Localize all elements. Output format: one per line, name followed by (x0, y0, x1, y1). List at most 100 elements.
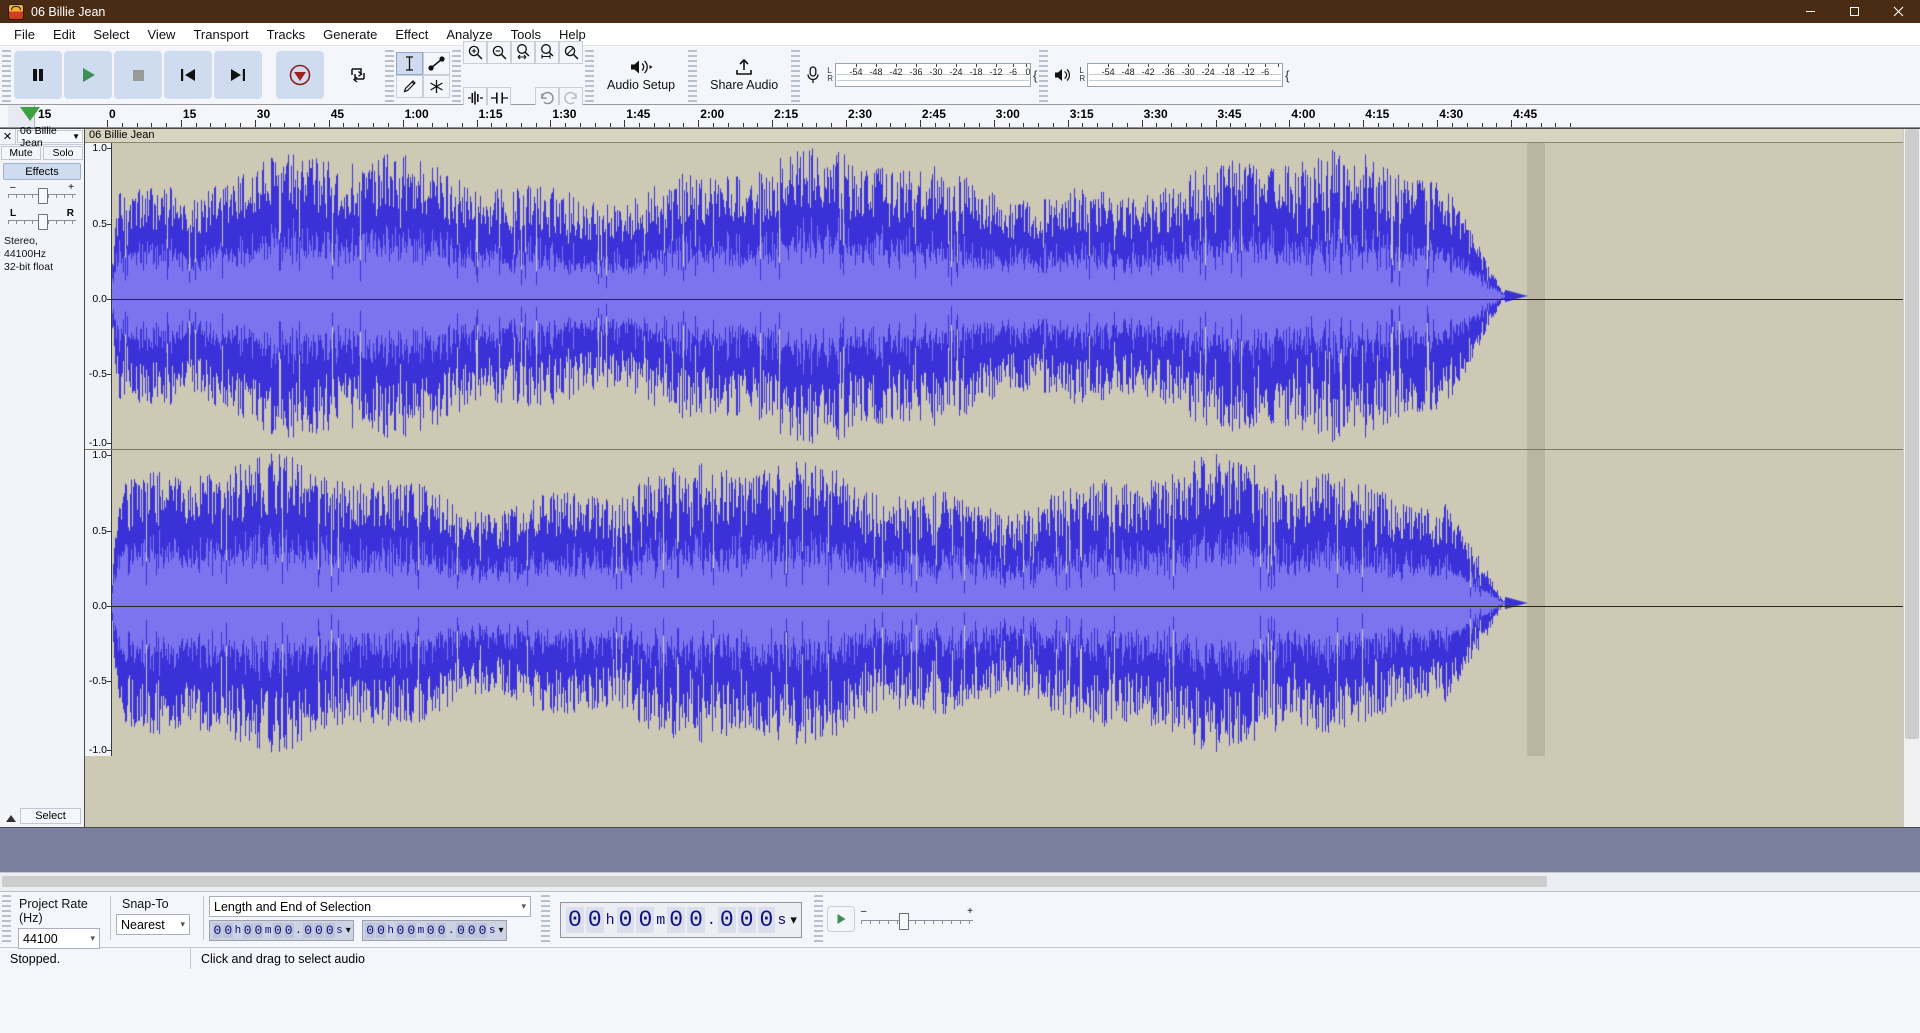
time-digit[interactable]: 0 (436, 923, 447, 938)
time-digit[interactable]: 0 (223, 923, 234, 938)
menu-tracks[interactable]: Tracks (258, 25, 315, 44)
chevron-down-icon[interactable]: ▾ (521, 901, 526, 912)
share-audio-button[interactable]: Share Audio (699, 48, 790, 102)
time-digit[interactable]: 0 (303, 923, 314, 938)
menu-select[interactable]: Select (84, 25, 138, 44)
share-audio-grip[interactable] (688, 50, 698, 102)
menu-edit[interactable]: Edit (44, 25, 84, 44)
minimize-button[interactable] (1788, 0, 1832, 23)
select-track-button[interactable]: Select (20, 808, 81, 824)
waveform-channel-left[interactable]: 1.0 0.5 0.0 -0.5 -1.0 (85, 142, 1920, 449)
time-digit[interactable]: 0 (283, 923, 294, 938)
mute-button[interactable]: Mute (1, 146, 41, 160)
audio-setup-button[interactable]: Audio Setup (596, 48, 687, 102)
gain-slider[interactable]: – + (8, 182, 76, 204)
zoom-in-button[interactable] (463, 40, 487, 64)
selection-mode-combo[interactable]: Length and End of Selection ▾ (209, 896, 531, 917)
audio-setup-grip[interactable] (585, 50, 594, 102)
skip-to-end-button[interactable] (214, 51, 262, 99)
recording-meter[interactable]: L R -54 -48 -42 -36 -30 -24 -18 -12 -6 0 (802, 60, 1037, 90)
skip-to-start-button[interactable] (164, 51, 212, 99)
time-digit[interactable]: 0 (406, 923, 417, 938)
empty-track-pane[interactable] (0, 828, 1920, 872)
vertical-ruler-right[interactable]: 1.0 0.5 0.0 -0.5 -1.0 (85, 449, 112, 756)
chevron-down-icon[interactable]: ▾ (499, 925, 504, 936)
menu-view[interactable]: View (139, 25, 185, 44)
time-digit[interactable]: 0 (395, 923, 406, 938)
pan-slider[interactable]: L R (8, 208, 76, 230)
gain-slider-thumb[interactable] (38, 188, 48, 204)
time-digit[interactable]: 0 (757, 907, 776, 933)
chevron-down-icon[interactable]: ▾ (346, 925, 351, 936)
fit-selection-button[interactable] (511, 40, 535, 64)
multi-tool[interactable] (423, 75, 450, 98)
track-title-dropdown[interactable]: 06 Billie Jean ▼ (17, 125, 83, 149)
zoom-toggle-button[interactable] (559, 40, 583, 64)
transport-toolbar-grip[interactable] (2, 50, 11, 102)
playback-meter-bar[interactable]: -54 -48 -42 -36 -30 -24 -18 -12 -6 (1087, 63, 1284, 87)
time-digit[interactable]: 0 (477, 923, 488, 938)
time-digit[interactable]: 0 (585, 907, 604, 933)
time-digit[interactable]: 0 (667, 907, 686, 933)
vertical-scrollbar[interactable] (1903, 129, 1920, 827)
playback-meter-grip[interactable] (1039, 50, 1049, 102)
time-digit[interactable]: 0 (253, 923, 264, 938)
waveform-channel-right[interactable]: 1.0 0.5 0.0 -0.5 -1.0 (85, 449, 1920, 756)
vertical-ruler-left[interactable]: 1.0 0.5 0.0 -0.5 -1.0 (85, 142, 112, 449)
play-speed-slider[interactable]: – + (860, 906, 973, 930)
time-digit[interactable]: 0 (314, 923, 324, 938)
play-speed-slider-thumb[interactable] (898, 913, 909, 930)
maximize-button[interactable] (1832, 0, 1876, 23)
draw-tool[interactable] (396, 75, 423, 98)
chevron-down-icon[interactable]: ▾ (180, 919, 185, 930)
record-button[interactable] (276, 51, 324, 99)
time-digit[interactable]: 0 (324, 923, 335, 938)
waveform-canvas-right[interactable] (111, 450, 1545, 756)
time-digit[interactable]: 0 (566, 907, 584, 933)
time-digit[interactable]: 0 (376, 923, 386, 938)
selection-end-time-field[interactable]: 00 h 00 m 00.000 s 00h00m00.000s▾ (361, 920, 507, 941)
time-digit[interactable]: 0 (737, 907, 756, 933)
time-digit[interactable]: 0 (212, 923, 223, 938)
effects-button[interactable]: Effects (3, 163, 81, 180)
time-digit[interactable]: 0 (455, 923, 466, 938)
selection-tool[interactable] (396, 52, 423, 75)
playback-meter-resize-handle[interactable]: { (1285, 68, 1289, 83)
vertical-scrollbar-thumb[interactable] (1905, 129, 1919, 739)
chevron-down-icon[interactable]: ▼ (72, 132, 80, 141)
menu-file[interactable]: File (5, 25, 44, 44)
menu-transport[interactable]: Transport (184, 25, 257, 44)
recording-meter-grip[interactable] (791, 50, 801, 102)
chevron-down-icon[interactable]: ▾ (790, 912, 797, 928)
play-at-speed-button[interactable] (826, 906, 855, 932)
time-digit[interactable]: 0 (242, 923, 253, 938)
menu-generate[interactable]: Generate (314, 25, 386, 44)
time-digit[interactable]: 0 (466, 923, 477, 938)
selection-start-time-field[interactable]: 00 h 00 m 00.000 s 00h00m00.000s▾ (209, 920, 354, 941)
time-digit[interactable]: 0 (636, 907, 655, 933)
menu-effect[interactable]: Effect (386, 25, 437, 44)
horizontal-scrollbar[interactable] (0, 872, 1920, 891)
fit-project-button[interactable] (535, 40, 559, 64)
time-toolbar-grip[interactable] (541, 895, 550, 943)
playback-meter[interactable]: L R -54 -48 -42 -36 -30 -24 -18 -12 -6 { (1050, 60, 1289, 90)
time-digit[interactable]: 0 (425, 923, 436, 938)
time-digit[interactable]: 0 (365, 923, 376, 938)
play-head-pin-icon[interactable] (20, 107, 40, 121)
recording-meter-bar[interactable]: -54 -48 -42 -36 -30 -24 -18 -12 -6 0 (835, 63, 1031, 87)
play-speed-grip[interactable] (813, 895, 823, 943)
project-rate-combo[interactable]: 44100 ▾ (18, 928, 100, 949)
edit-toolbar-grip[interactable] (452, 50, 461, 102)
pan-slider-thumb[interactable] (38, 214, 48, 230)
stop-button[interactable] (114, 51, 162, 99)
pause-button[interactable] (14, 51, 62, 99)
close-button[interactable] (1876, 0, 1920, 23)
loop-button[interactable] (334, 51, 382, 99)
time-digit[interactable]: 0 (687, 907, 705, 933)
audio-position-field[interactable]: 00 h 00 m 00.000 s 00h00m00.000s▾ (560, 902, 802, 938)
track-waveform-area[interactable]: 06 Billie Jean 1.0 0.5 0.0 -0.5 -1.0 1.0… (85, 128, 1920, 828)
collapse-triangle-icon[interactable] (6, 815, 16, 822)
time-digit[interactable]: 0 (272, 923, 283, 938)
envelope-tool[interactable] (423, 52, 450, 75)
timeline-ruler[interactable]: 15 0 15 30 45 1:00 1:15 1:30 1:45 2:00 2:15 2:30 2:… (0, 105, 1920, 128)
